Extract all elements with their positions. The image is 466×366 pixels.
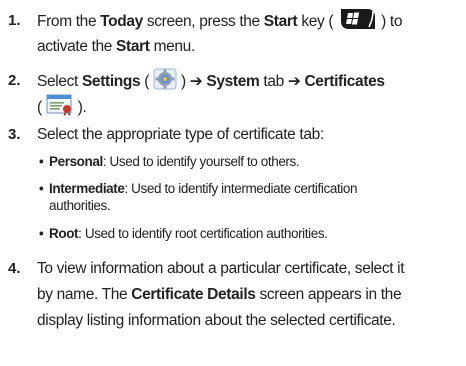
windows-start-key-icon bbox=[337, 8, 377, 39]
today-screen-label: Today bbox=[100, 13, 143, 30]
bullet-icon: • bbox=[39, 154, 44, 169]
start-key-label: Start bbox=[263, 13, 298, 30]
certificates-label: Certificates bbox=[300, 73, 385, 90]
certificate-icon bbox=[46, 94, 74, 125]
bullet-root: • Root: Used to identify root certificati… bbox=[39, 226, 328, 241]
step-4-line-3: display listing information about the se… bbox=[37, 312, 396, 329]
settings-gear-icon bbox=[153, 68, 177, 99]
arrow-icon: ➔ bbox=[287, 73, 301, 90]
step-1-line-2: activate the Start menu. bbox=[37, 38, 195, 55]
step-4-line-2: by name. The Certificate Details screen … bbox=[37, 286, 402, 303]
step-3-line-1: Select the appropriate type of certifica… bbox=[37, 126, 324, 143]
start-menu-label: Start bbox=[116, 38, 150, 55]
bullet-personal: • Personal: Used to identify yourself to … bbox=[39, 154, 300, 169]
step-number: 4. bbox=[8, 260, 21, 277]
bullet-icon: • bbox=[39, 226, 44, 241]
instruction-page: 1. From the Today screen, press the Star… bbox=[0, 0, 466, 366]
step-4-line-1: To view information about a particular c… bbox=[37, 260, 405, 277]
step-2-line-2: ( ). bbox=[37, 94, 87, 125]
bullet-intermediate: • Intermediate: Used to identify intermed… bbox=[39, 181, 358, 213]
step-number: 2. bbox=[8, 72, 21, 89]
system-tab-label: System bbox=[202, 73, 260, 90]
step-number: 1. bbox=[8, 12, 21, 29]
certificate-details-label: Certificate Details bbox=[131, 286, 256, 303]
step-number: 3. bbox=[8, 126, 21, 143]
arrow-icon: ➔ bbox=[189, 73, 203, 90]
settings-label: Settings bbox=[81, 73, 141, 90]
step-2-line-1: Select Settings ( ) ➔ System tab ➔ Certi… bbox=[37, 68, 385, 99]
bullet-icon: • bbox=[39, 181, 44, 196]
